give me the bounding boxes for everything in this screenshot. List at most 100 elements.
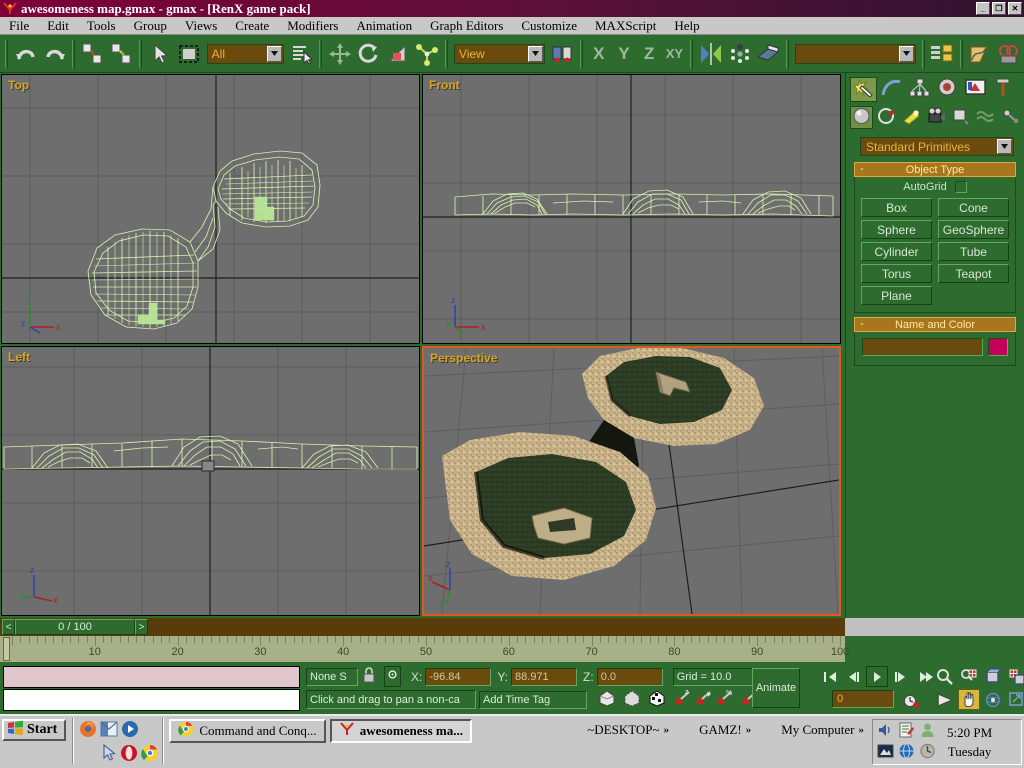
current-frame-input[interactable]: 0 bbox=[832, 690, 894, 708]
arc-rotate-button[interactable] bbox=[982, 689, 1004, 710]
collapse-toggle[interactable]: - bbox=[860, 163, 864, 175]
pointer-icon[interactable] bbox=[101, 744, 117, 766]
menu-item-edit[interactable]: Edit bbox=[38, 17, 78, 35]
chevron-down-icon[interactable] bbox=[899, 46, 914, 62]
maxscript-listener-pink[interactable] bbox=[3, 666, 300, 688]
field-of-view-button[interactable] bbox=[934, 689, 956, 710]
manipulate-button[interactable] bbox=[414, 40, 441, 68]
rollout-name-color-header[interactable]: - Name and Color bbox=[854, 317, 1016, 332]
time-slider-handle[interactable]: < 0 / 100 > bbox=[2, 619, 148, 635]
play-animation-button[interactable] bbox=[866, 666, 888, 687]
viewport-label-front[interactable]: Front bbox=[429, 78, 460, 92]
menu-item-customize[interactable]: Customize bbox=[512, 17, 586, 35]
select-and-link-button[interactable] bbox=[79, 40, 106, 68]
task-button-awesomeness-map[interactable]: awesomeness ma... bbox=[330, 719, 472, 743]
track-bar[interactable]: 102030405060708090100 bbox=[0, 636, 1024, 664]
next-frame-button[interactable] bbox=[890, 666, 912, 687]
volume-icon[interactable] bbox=[877, 722, 897, 742]
lock-icon[interactable] bbox=[362, 667, 376, 687]
viewport-front[interactable]: Front bbox=[422, 74, 841, 344]
object-color-swatch[interactable] bbox=[988, 338, 1008, 356]
tab-hierarchy[interactable] bbox=[906, 77, 933, 102]
deskband-my-computer[interactable]: My Computer » bbox=[781, 722, 864, 738]
array-button[interactable] bbox=[726, 40, 753, 68]
select-and-move-button[interactable] bbox=[326, 40, 353, 68]
primitive-button-geosphere[interactable]: GeoSphere bbox=[938, 220, 1009, 239]
close-button[interactable]: ✕ bbox=[1008, 2, 1022, 15]
collapse-toggle[interactable]: - bbox=[860, 318, 864, 330]
z-coordinate-field[interactable]: 0.0 bbox=[597, 668, 663, 686]
menu-item-tools[interactable]: Tools bbox=[78, 17, 125, 35]
primitive-button-cone[interactable]: Cone bbox=[938, 198, 1009, 217]
autogrid-checkbox[interactable] bbox=[955, 181, 967, 193]
viewport-top[interactable]: Top bbox=[1, 74, 420, 344]
use-pivot-center-button[interactable] bbox=[549, 40, 576, 68]
percent-snap-toggle-icon[interactable]: % bbox=[716, 689, 734, 711]
chevron-down-icon[interactable] bbox=[997, 139, 1012, 154]
subtab-lights[interactable] bbox=[900, 106, 923, 129]
opera-icon[interactable] bbox=[120, 744, 138, 766]
pan-button[interactable] bbox=[958, 689, 980, 710]
axis-constraint-xy[interactable]: XY bbox=[662, 40, 687, 68]
viewport-label-perspective[interactable]: Perspective bbox=[430, 351, 497, 365]
percent-snap-icon[interactable] bbox=[647, 688, 667, 711]
select-by-name-button[interactable] bbox=[288, 40, 315, 68]
menu-item-modifiers[interactable]: Modifiers bbox=[278, 17, 347, 35]
minimize-button[interactable]: _ bbox=[976, 2, 990, 15]
viewport-label-top[interactable]: Top bbox=[8, 78, 29, 92]
go-to-start-button[interactable] bbox=[820, 666, 842, 687]
primitive-button-plane[interactable]: Plane bbox=[861, 286, 932, 305]
angle-snap-icon[interactable] bbox=[622, 688, 642, 711]
tab-create[interactable] bbox=[850, 77, 877, 102]
chevron-down-icon[interactable] bbox=[528, 46, 543, 62]
primitive-button-box[interactable]: Box bbox=[861, 198, 932, 217]
category-combo[interactable]: Standard Primitives bbox=[860, 137, 1014, 156]
unlink-selection-button[interactable] bbox=[108, 40, 135, 68]
deskband-gamz[interactable]: GAMZ! » bbox=[699, 722, 751, 738]
zoom-region-button[interactable] bbox=[1006, 666, 1024, 687]
zoom-button[interactable] bbox=[934, 666, 956, 687]
chevron-right-icon[interactable]: » bbox=[664, 724, 670, 736]
align-button[interactable] bbox=[755, 40, 782, 68]
reference-coord-combo[interactable]: View bbox=[454, 44, 545, 64]
time-slider[interactable]: < 0 / 100 > bbox=[0, 618, 845, 636]
primitive-button-cylinder[interactable]: Cylinder bbox=[861, 242, 932, 261]
outlook-icon[interactable] bbox=[100, 720, 118, 742]
x-coordinate-field[interactable]: -96.84 bbox=[425, 668, 491, 686]
select-and-scale-button[interactable] bbox=[385, 40, 412, 68]
start-button[interactable]: Start bbox=[2, 719, 66, 741]
menu-item-animation[interactable]: Animation bbox=[347, 17, 421, 35]
spinner-snap-z-icon[interactable]: z bbox=[674, 689, 692, 711]
tab-utilities[interactable] bbox=[990, 77, 1017, 102]
menu-item-maxscript[interactable]: MAXScript bbox=[586, 17, 665, 35]
notepad-icon[interactable] bbox=[898, 722, 918, 742]
material-editor-button[interactable] bbox=[996, 40, 1023, 68]
subtab-cameras[interactable] bbox=[925, 106, 948, 129]
snaps-toggle-icon[interactable] bbox=[597, 688, 617, 711]
menu-item-group[interactable]: Group bbox=[125, 17, 176, 35]
tab-motion[interactable] bbox=[934, 77, 961, 102]
previous-frame-button[interactable] bbox=[842, 666, 864, 687]
viewport-perspective[interactable]: Perspective bbox=[422, 346, 841, 616]
curve-editor-button[interactable] bbox=[967, 40, 994, 68]
menu-item-views[interactable]: Views bbox=[176, 17, 226, 35]
primitive-button-tube[interactable]: Tube bbox=[938, 242, 1009, 261]
primitive-button-torus[interactable]: Torus bbox=[861, 264, 932, 283]
menu-item-help[interactable]: Help bbox=[665, 17, 708, 35]
axis-constraint-y[interactable]: Y bbox=[611, 40, 636, 68]
angle-snap-toggle-icon[interactable] bbox=[695, 689, 713, 711]
media-player-icon[interactable] bbox=[121, 720, 139, 742]
tab-modify[interactable] bbox=[878, 77, 905, 102]
user-icon[interactable] bbox=[919, 722, 939, 742]
primitive-button-teapot[interactable]: Teapot bbox=[938, 264, 1009, 283]
network-icon[interactable] bbox=[898, 743, 918, 763]
taskbar-clock[interactable]: 5:20 PM Tuesday bbox=[947, 723, 992, 761]
chevron-right-icon[interactable]: » bbox=[859, 724, 865, 736]
task-button-command-and-conquer[interactable]: Command and Conq... bbox=[169, 719, 325, 743]
mirror-button[interactable] bbox=[697, 40, 724, 68]
add-time-tag-button[interactable]: Add Time Tag bbox=[479, 691, 587, 709]
display-icon[interactable] bbox=[877, 743, 897, 763]
subtab-helpers[interactable] bbox=[949, 106, 972, 129]
select-and-rotate-button[interactable] bbox=[356, 40, 383, 68]
select-object-button[interactable] bbox=[146, 40, 173, 68]
